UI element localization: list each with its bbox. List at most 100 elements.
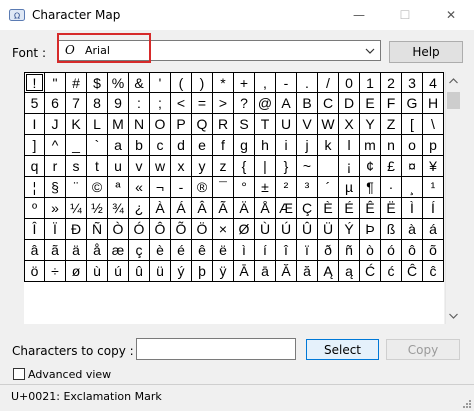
character-cell[interactable]: B bbox=[297, 93, 318, 114]
character-cell[interactable]: F bbox=[381, 93, 402, 114]
character-cell[interactable]: U bbox=[276, 114, 297, 135]
character-cell[interactable]: Î bbox=[24, 219, 45, 240]
character-cell[interactable]: È bbox=[318, 198, 339, 219]
character-cell[interactable]: ¼ bbox=[66, 198, 87, 219]
character-cell[interactable]: ù bbox=[87, 261, 108, 282]
character-cell[interactable]: Q bbox=[192, 114, 213, 135]
character-cell[interactable]: z bbox=[213, 156, 234, 177]
character-cell[interactable]: r bbox=[45, 156, 66, 177]
character-cell[interactable]: q bbox=[24, 156, 45, 177]
character-cell[interactable]: ã bbox=[45, 240, 66, 261]
character-cell[interactable]: ñ bbox=[339, 240, 360, 261]
character-cell[interactable]: ă bbox=[297, 261, 318, 282]
character-cell[interactable]: © bbox=[87, 177, 108, 198]
character-cell[interactable]: ÷ bbox=[45, 261, 66, 282]
character-cell[interactable]: ? bbox=[234, 93, 255, 114]
character-cell[interactable]: Ã bbox=[213, 198, 234, 219]
character-cell[interactable]: D bbox=[339, 93, 360, 114]
character-cell[interactable]: Z bbox=[381, 114, 402, 135]
character-cell[interactable]: ) bbox=[192, 72, 213, 93]
character-cell[interactable]: 3 bbox=[402, 72, 423, 93]
character-cell[interactable]: % bbox=[108, 72, 129, 93]
character-cell[interactable]: Ü bbox=[318, 219, 339, 240]
vertical-scrollbar[interactable] bbox=[445, 72, 463, 324]
character-cell[interactable]: Ñ bbox=[87, 219, 108, 240]
character-cell[interactable]: Ý bbox=[339, 219, 360, 240]
character-cell[interactable]: ï bbox=[297, 240, 318, 261]
character-cell[interactable]: 8 bbox=[87, 93, 108, 114]
character-cell[interactable]: H bbox=[423, 93, 444, 114]
character-cell[interactable]: 2 bbox=[381, 72, 402, 93]
character-cell[interactable]: A bbox=[276, 93, 297, 114]
character-cell[interactable]: x bbox=[171, 156, 192, 177]
character-cell[interactable]: > bbox=[213, 93, 234, 114]
character-cell[interactable]: l bbox=[339, 135, 360, 156]
character-cell[interactable]: þ bbox=[192, 261, 213, 282]
character-cell[interactable]: ĉ bbox=[423, 261, 444, 282]
character-cell[interactable]: $ bbox=[87, 72, 108, 93]
help-button[interactable]: Help bbox=[389, 41, 463, 63]
character-cell[interactable]: * bbox=[213, 72, 234, 93]
character-cell[interactable]: Ó bbox=[129, 219, 150, 240]
character-cell[interactable]: O bbox=[150, 114, 171, 135]
character-cell[interactable]: - bbox=[171, 177, 192, 198]
character-cell[interactable]: h bbox=[255, 135, 276, 156]
character-cell[interactable]: Þ bbox=[360, 219, 381, 240]
character-cell[interactable]: ] bbox=[24, 135, 45, 156]
character-cell[interactable]: i bbox=[276, 135, 297, 156]
character-cell[interactable]: ¢ bbox=[360, 156, 381, 177]
scroll-thumb[interactable] bbox=[447, 92, 460, 109]
character-cell[interactable]: ! bbox=[24, 72, 45, 93]
character-cell[interactable]: ç bbox=[129, 240, 150, 261]
character-cell[interactable]: Ç bbox=[297, 198, 318, 219]
character-cell[interactable]: § bbox=[45, 177, 66, 198]
character-cell[interactable]: k bbox=[318, 135, 339, 156]
character-cell[interactable]: ą bbox=[339, 261, 360, 282]
character-cell[interactable]: X bbox=[339, 114, 360, 135]
character-cell[interactable]: d bbox=[171, 135, 192, 156]
character-cell[interactable]: õ bbox=[423, 240, 444, 261]
character-cell[interactable]: ° bbox=[234, 177, 255, 198]
character-cell[interactable]: W bbox=[318, 114, 339, 135]
character-cell[interactable]: Å bbox=[255, 198, 276, 219]
character-cell[interactable]: è bbox=[150, 240, 171, 261]
character-cell[interactable]: ø bbox=[66, 261, 87, 282]
character-cell[interactable]: ¥ bbox=[423, 156, 444, 177]
character-cell[interactable]: Ć bbox=[360, 261, 381, 282]
character-cell[interactable]: À bbox=[150, 198, 171, 219]
character-cell[interactable]: é bbox=[171, 240, 192, 261]
character-cell[interactable]: Ă bbox=[276, 261, 297, 282]
character-cell[interactable]: ÿ bbox=[213, 261, 234, 282]
character-cell[interactable]: ² bbox=[276, 177, 297, 198]
character-cell[interactable]: o bbox=[402, 135, 423, 156]
character-cell[interactable]: 5 bbox=[24, 93, 45, 114]
character-cell[interactable]: â bbox=[24, 240, 45, 261]
character-cell[interactable]: Ä bbox=[234, 198, 255, 219]
character-cell[interactable]: Ĉ bbox=[402, 261, 423, 282]
character-cell[interactable]: " bbox=[45, 72, 66, 93]
character-cell[interactable]: C bbox=[318, 93, 339, 114]
character-cell[interactable]: w bbox=[150, 156, 171, 177]
character-cell[interactable]: ê bbox=[192, 240, 213, 261]
character-cell[interactable]: Ê bbox=[360, 198, 381, 219]
character-cell[interactable]: ò bbox=[360, 240, 381, 261]
select-button[interactable]: Select bbox=[306, 339, 379, 360]
character-cell[interactable]: = bbox=[192, 93, 213, 114]
character-cell[interactable]: Y bbox=[360, 114, 381, 135]
character-cell[interactable]: ~ bbox=[297, 156, 318, 177]
character-cell[interactable]: á bbox=[423, 219, 444, 240]
character-cell[interactable]: 9 bbox=[108, 93, 129, 114]
character-cell[interactable]: I bbox=[24, 114, 45, 135]
minimize-button[interactable]: — bbox=[336, 0, 382, 30]
character-cell[interactable]: ß bbox=[381, 219, 402, 240]
character-cell[interactable]: ® bbox=[192, 177, 213, 198]
character-cell[interactable]: } bbox=[276, 156, 297, 177]
character-cell[interactable]: & bbox=[129, 72, 150, 93]
character-cell[interactable]: @ bbox=[255, 93, 276, 114]
character-cell[interactable]: { bbox=[234, 156, 255, 177]
character-cell[interactable]: G bbox=[402, 93, 423, 114]
character-cell[interactable]: < bbox=[171, 93, 192, 114]
character-cell[interactable]: c bbox=[150, 135, 171, 156]
character-cell[interactable]: / bbox=[318, 72, 339, 93]
copy-button[interactable]: Copy bbox=[386, 339, 460, 360]
